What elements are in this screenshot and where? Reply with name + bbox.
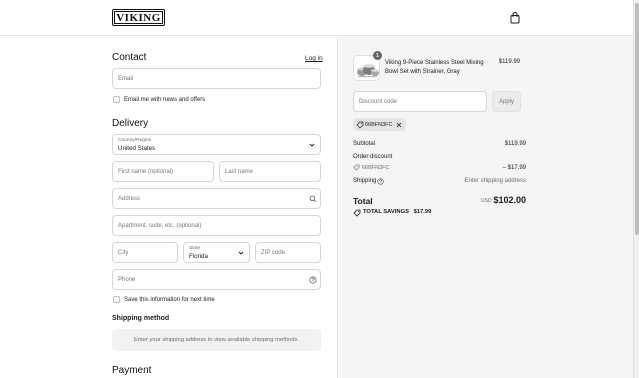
chevron-down-icon [238,251,244,255]
payment-heading: Payment [112,365,152,376]
viking-logo[interactable]: VIKING [112,9,165,26]
phone-input[interactable]: Phone [112,269,321,290]
state-label: State [189,246,201,251]
shopping-bag-icon[interactable] [510,12,520,24]
newsletter-checkbox[interactable] [113,96,120,103]
order-discount-value: – $17.99 [502,165,526,171]
chevron-down-icon [309,143,315,147]
apartment-placeholder: Apartment, suite, etc. (optional) [118,222,202,229]
total-savings: TOTAL SAVINGS $17.99 [363,209,431,215]
product-price: $119.99 [498,59,520,65]
shipping-method-heading: Shipping method [112,315,170,322]
state-select[interactable]: State Florida [183,242,250,263]
apartment-input[interactable]: Apartment, suite, etc. (optional) [112,215,321,236]
country-value: United States [118,145,156,152]
product-name: Viking 9-Piece Stainless Steel Mixing Bo… [385,60,484,75]
city-placeholder: City [118,249,129,256]
applied-discount-chip: 66BFN3FC [353,118,406,131]
subtotal-label: Subtotal [353,141,376,147]
last-name-placeholder: Last name [225,168,254,175]
contact-heading: Contact [112,52,147,63]
shipping-method-message: Enter your shipping address to view avai… [134,337,299,343]
order-discount-label: Order discount [353,154,393,160]
email-input[interactable]: Email [112,68,321,89]
order-discount-code: 66BFN3FC [362,165,390,171]
savings-value: $17.99 [413,209,432,215]
scrollbar-thumb[interactable] [635,3,639,235]
shipping-label: Shipping [353,178,377,184]
state-value: Florida [189,253,208,260]
help-circle-icon[interactable] [309,276,317,284]
zip-placeholder: ZIP code [261,249,285,256]
tag-icon [356,121,364,128]
country-select[interactable]: Country/Region United States [112,134,321,155]
last-name-input[interactable]: Last name [219,161,321,182]
first-name-placeholder: First name (optional) [118,168,174,175]
subtotal-value: $119.99 [504,141,526,147]
applied-code: 66BFN3FC [365,121,393,128]
total-currency: USD [481,198,492,204]
checkout-header: VIKING [0,0,633,36]
first-name-input[interactable]: First name (optional) [112,161,214,182]
tag-icon [353,164,360,171]
search-icon [309,195,317,203]
total-label: Total [353,196,373,206]
shipping-value: Enter shipping address [464,178,526,184]
zip-input[interactable]: ZIP code [255,242,321,263]
apply-discount-button[interactable]: Apply [492,91,521,112]
shipping-method-notice: Enter your shipping address to view avai… [112,329,321,351]
discount-code-input[interactable]: Discount code [353,91,487,112]
phone-placeholder: Phone [118,276,136,283]
address-placeholder: Address [118,195,141,202]
tag-icon [353,209,361,217]
save-info-checkbox[interactable] [113,296,120,303]
close-icon[interactable] [396,122,402,128]
country-label: Country/Region [118,138,152,143]
savings-label: TOTAL SAVINGS [363,209,409,215]
newsletter-label: Email me with news and offers [124,96,206,103]
save-info-label: Save this information for next time [124,296,215,303]
email-placeholder: Email [118,75,134,82]
login-link[interactable]: Log in [305,55,323,62]
logo-text: VIKING [114,11,163,24]
help-circle-icon[interactable] [377,178,384,185]
total-value: $102.00 [493,195,526,205]
page-scrollbar[interactable] [633,0,639,378]
city-input[interactable]: City [112,242,178,263]
address-input[interactable]: Address [112,188,321,209]
quantity-badge: 1 [373,51,382,60]
delivery-heading: Delivery [112,118,149,129]
discount-placeholder: Discount code [359,98,398,105]
order-summary [337,37,633,378]
